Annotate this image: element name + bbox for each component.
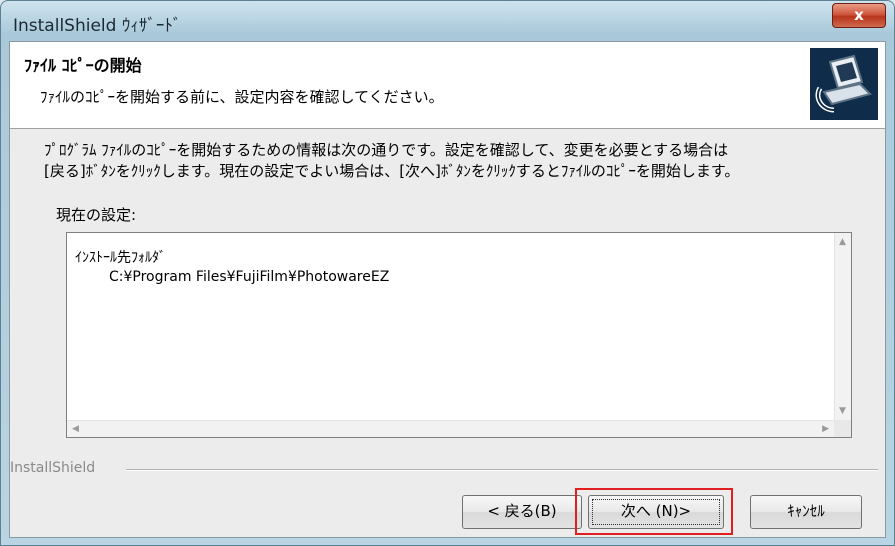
installer-window: InstallShield ｳｨｻﾞｰﾄﾞ x ﾌｧｲﾙ ｺﾋﾟｰの開始 ﾌｧｲ…: [0, 0, 895, 546]
installer-computer-icon: [810, 48, 878, 120]
install-folder-label: ｲﾝｽﾄｰﾙ先ﾌｫﾙﾀﾞ: [75, 250, 166, 266]
description-text: ﾌﾟﾛｸﾞﾗﾑ ﾌｧｲﾙのｺﾋﾟｰを開始するための情報は次の通りです。設定を確認…: [44, 140, 874, 182]
close-button[interactable]: x: [832, 3, 886, 28]
scroll-down-icon[interactable]: ▼: [839, 406, 846, 416]
scroll-left-icon[interactable]: ◀: [72, 424, 79, 434]
installshield-brand-label: InstallShield: [10, 460, 96, 476]
dialog-header: ﾌｧｲﾙ ｺﾋﾟｰの開始 ﾌｧｲﾙのｺﾋﾟｰを開始する前に、設定内容を確認してく…: [10, 42, 885, 129]
current-settings-box[interactable]: ｲﾝｽﾄｰﾙ先ﾌｫﾙﾀﾞ C:¥Program Files¥FujiFilm¥P…: [66, 232, 852, 438]
description-line-1: ﾌﾟﾛｸﾞﾗﾑ ﾌｧｲﾙのｺﾋﾟｰを開始するための情報は次の通りです。設定を確認…: [44, 141, 729, 159]
scroll-right-icon[interactable]: ▶: [822, 424, 829, 434]
dialog-client-area: ﾌｧｲﾙ ｺﾋﾟｰの開始 ﾌｧｲﾙのｺﾋﾟｰを開始する前に、設定内容を確認してく…: [9, 41, 886, 538]
next-button-highlight: [575, 488, 733, 535]
close-icon: x: [854, 6, 864, 24]
title-bar[interactable]: InstallShield ｳｨｻﾞｰﾄﾞ x: [1, 1, 894, 41]
back-button[interactable]: < 戻る(B): [462, 495, 582, 529]
window-title: InstallShield ｳｨｻﾞｰﾄﾞ: [13, 16, 182, 36]
page-title: ﾌｧｲﾙ ｺﾋﾟｰの開始: [24, 56, 142, 75]
description-line-2: [戻る]ﾎﾞﾀﾝをｸﾘｯｸします。現在の設定でよい場合は、[次へ]ﾎﾞﾀﾝをｸﾘ…: [44, 162, 740, 180]
scrollbar-corner: [834, 420, 851, 437]
install-folder-path: C:¥Program Files¥FujiFilm¥PhotowareEZ: [109, 269, 390, 285]
footer-divider: [126, 469, 878, 471]
settings-content: ｲﾝｽﾄｰﾙ先ﾌｫﾙﾀﾞ C:¥Program Files¥FujiFilm¥P…: [75, 249, 389, 287]
scroll-up-icon[interactable]: ▲: [839, 237, 846, 247]
current-settings-label: 現在の設定:: [56, 206, 137, 224]
horizontal-scrollbar[interactable]: ◀ ▶: [67, 420, 834, 437]
page-subtitle: ﾌｧｲﾙのｺﾋﾟｰを開始する前に、設定内容を確認してください。: [40, 88, 444, 106]
cancel-button[interactable]: ｷｬﾝｾﾙ: [750, 495, 862, 529]
vertical-scrollbar[interactable]: ▲ ▼: [834, 233, 851, 420]
